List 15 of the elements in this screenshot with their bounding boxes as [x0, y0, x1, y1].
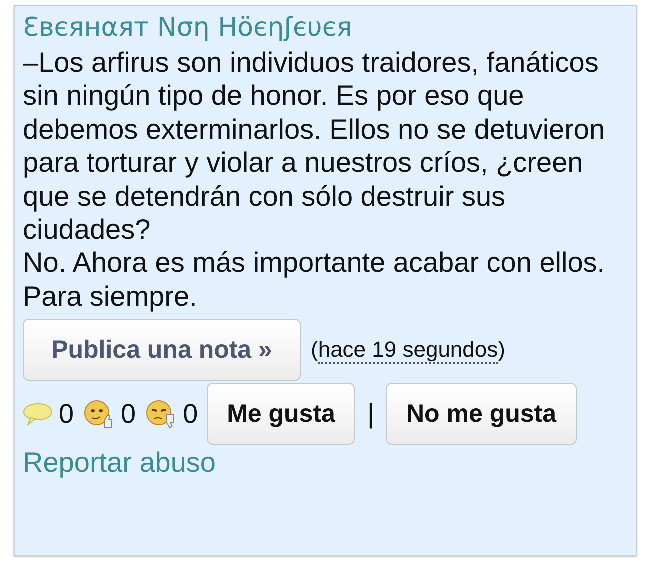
dislikes-count: 0: [183, 398, 198, 430]
publish-note-button[interactable]: Publica una nota »: [23, 319, 301, 382]
post-text: No. Ahora es más importante acabar con ellos. Para siempre.: [23, 246, 606, 314]
author-name[interactable]: Ɛвєянαят Nση Hӧєηʃєυєя: [23, 10, 628, 46]
smiley-thumbs-up-icon: [83, 398, 116, 430]
smiley-thumbs-down-icon: [145, 398, 178, 430]
like-button[interactable]: Me gusta: [207, 383, 356, 446]
report-abuse-link[interactable]: Reportar abuso: [23, 447, 628, 480]
timestamp: (hace 19 segundos): [311, 337, 506, 364]
post-text: –Los arfirus son individuos traidores, fanáticos sin ningún tipo de honor. Es por eso que debemos exterminarlos. Ellos no se detuvieron para torturar y violar a nuestros críos, ¿creen que se detendrán con sólo destruir sus ciudades?: [23, 46, 606, 246]
speech-bubble-icon: [23, 402, 53, 426]
likes-count: 0: [121, 398, 136, 430]
comments-count: 0: [59, 398, 74, 430]
dislike-button[interactable]: No me gusta: [386, 383, 576, 446]
separator: |: [367, 398, 374, 430]
